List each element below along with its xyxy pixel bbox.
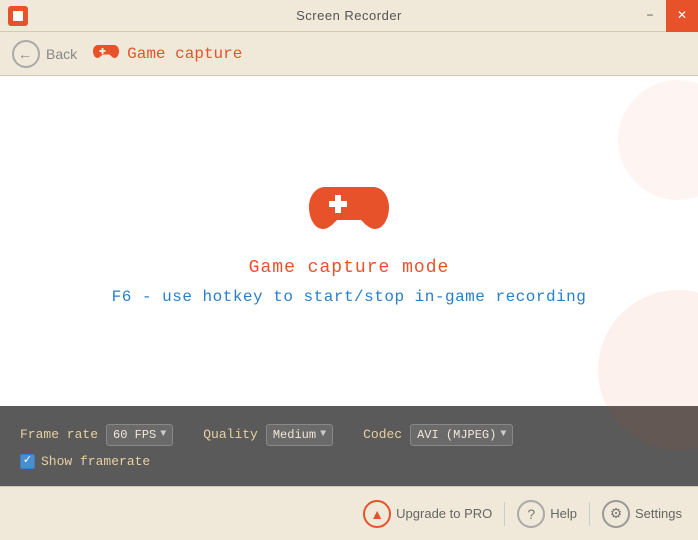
show-framerate-label: Show framerate	[41, 454, 150, 469]
settings-label: Settings	[635, 506, 682, 521]
app-icon-inner	[13, 11, 23, 21]
back-arrow-icon: ←	[18, 46, 32, 62]
gamepad-icon-large	[309, 177, 389, 242]
upgrade-icon: ▲	[363, 500, 391, 528]
upgrade-label: Upgrade to PRO	[396, 506, 492, 521]
codec-value: AVI (MJPEG)	[417, 428, 496, 442]
frame-rate-label: Frame rate	[20, 427, 98, 442]
show-framerate-checkbox[interactable]: ✓	[20, 454, 35, 469]
help-icon: ?	[517, 500, 545, 528]
nav-bar: ← Back Game capture	[0, 32, 698, 76]
title-bar-left	[0, 6, 36, 26]
mode-title: Game capture mode	[249, 258, 450, 278]
checkbox-checkmark: ✓	[23, 456, 32, 467]
nav-title-label: Game capture	[127, 45, 242, 63]
quality-select[interactable]: Medium ▼	[266, 424, 333, 446]
hotkey-text: F6 - use hotkey to start/stop in-game re…	[112, 288, 587, 306]
upgrade-button[interactable]: ▲ Upgrade to PRO	[363, 500, 492, 528]
settings-icon: ⚙	[602, 500, 630, 528]
codec-select[interactable]: AVI (MJPEG) ▼	[410, 424, 513, 446]
close-button[interactable]: ✕	[666, 0, 698, 32]
title-bar: Screen Recorder − ✕	[0, 0, 698, 32]
footer: ▲ Upgrade to PRO ? Help ⚙ Settings	[0, 486, 698, 540]
back-button[interactable]: ← Back	[12, 40, 77, 68]
app-icon	[8, 6, 28, 26]
frame-rate-select[interactable]: 60 FPS ▼	[106, 424, 173, 446]
nav-title-section: Game capture	[93, 41, 242, 66]
frame-rate-arrow-icon: ▼	[160, 429, 166, 440]
controls-bar: Frame rate 60 FPS ▼ Quality Medium ▼ Cod…	[0, 406, 698, 486]
window-controls: − ✕	[634, 0, 698, 32]
quality-value: Medium	[273, 428, 316, 442]
controls-row1: Frame rate 60 FPS ▼ Quality Medium ▼ Cod…	[20, 424, 678, 446]
main-content: Game capture mode F6 - use hotkey to sta…	[0, 76, 698, 406]
deco-circle-top-right	[618, 80, 698, 200]
frame-rate-value: 60 FPS	[113, 428, 156, 442]
help-label: Help	[550, 506, 577, 521]
codec-arrow-icon: ▼	[500, 429, 506, 440]
help-button[interactable]: ? Help	[517, 500, 577, 528]
codec-label: Codec	[363, 427, 402, 442]
window-title: Screen Recorder	[296, 8, 402, 23]
controls-row2: ✓ Show framerate	[20, 454, 678, 469]
gamepad-icon-nav	[93, 41, 119, 66]
back-circle: ←	[12, 40, 40, 68]
minimize-button[interactable]: −	[634, 0, 666, 32]
settings-button[interactable]: ⚙ Settings	[602, 500, 682, 528]
footer-separator	[504, 502, 505, 526]
footer-separator2	[589, 502, 590, 526]
back-label: Back	[46, 46, 77, 62]
quality-arrow-icon: ▼	[320, 429, 326, 440]
quality-label: Quality	[203, 427, 258, 442]
